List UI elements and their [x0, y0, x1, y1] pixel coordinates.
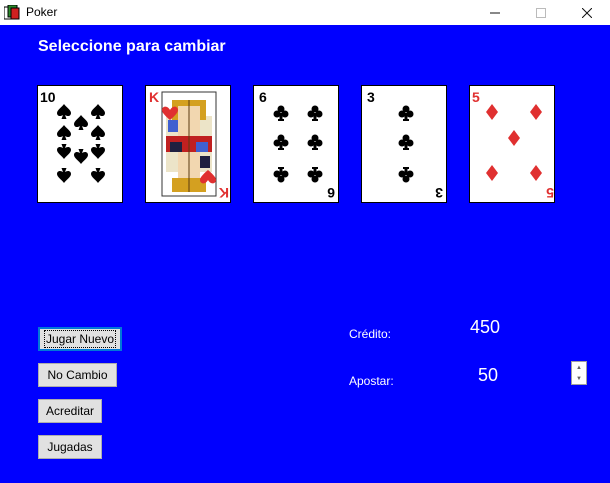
jugadas-label: Jugadas	[47, 440, 93, 454]
ten-of-spades-icon: 10 10	[40, 89, 110, 203]
minimize-button[interactable]	[472, 0, 518, 25]
jugadas-button[interactable]: Jugadas	[38, 435, 102, 459]
bet-value: 50	[478, 365, 499, 385]
minimize-icon	[490, 12, 500, 13]
rank-label-inverted: 3	[435, 185, 443, 201]
card-1[interactable]: 10 10	[37, 85, 123, 203]
card-3[interactable]: 6 6	[253, 85, 339, 203]
close-icon	[582, 7, 592, 18]
spin-down-icon[interactable]: ▼	[572, 373, 586, 384]
rank-label: K	[149, 89, 159, 105]
poker-app-icon	[4, 5, 20, 20]
king-of-hearts-icon: K K	[149, 89, 229, 201]
maximize-icon	[536, 7, 546, 18]
game-area: Seleccione para cambiar 10 10	[0, 25, 610, 483]
six-of-clubs-icon: 6 6	[259, 89, 335, 201]
acreditar-label: Acreditar	[45, 404, 95, 418]
card-5[interactable]: 5 5	[469, 85, 555, 203]
card-2[interactable]: K K	[145, 85, 231, 203]
spin-up-icon[interactable]: ▲	[572, 362, 586, 373]
no-cambio-label: No Cambio	[47, 368, 108, 382]
rank-label: 3	[367, 89, 375, 105]
credit-label: Crédito:	[349, 327, 392, 341]
card-4[interactable]: 3 3	[361, 85, 447, 203]
jugar-nuevo-button[interactable]: Jugar Nuevo	[38, 327, 122, 351]
close-button[interactable]	[564, 0, 610, 25]
credit-value: 450	[470, 317, 501, 337]
rank-label: 6	[259, 89, 267, 105]
rank-label-inverted: 5	[546, 185, 554, 201]
three-of-clubs-icon: 3 3	[367, 89, 443, 201]
no-cambio-button[interactable]: No Cambio	[38, 363, 117, 387]
rank-label: 5	[472, 89, 480, 105]
rank-label-inverted: K	[219, 185, 229, 201]
bet-spinner[interactable]: ▲ ▼	[571, 361, 587, 385]
title-bar: Poker	[0, 0, 610, 25]
rank-label-inverted: 6	[327, 185, 335, 201]
five-of-diamonds-icon: 5 5	[472, 89, 554, 201]
acreditar-button[interactable]: Acreditar	[38, 399, 102, 423]
bet-label: Apostar:	[349, 374, 394, 388]
maximize-button[interactable]	[518, 0, 564, 25]
rank-label: 10	[40, 89, 56, 105]
rank-label-inverted: 10	[94, 201, 110, 203]
window-title: Poker	[26, 5, 58, 19]
instruction-heading: Seleccione para cambiar	[38, 38, 226, 55]
jugar-nuevo-label: Jugar Nuevo	[43, 330, 117, 348]
